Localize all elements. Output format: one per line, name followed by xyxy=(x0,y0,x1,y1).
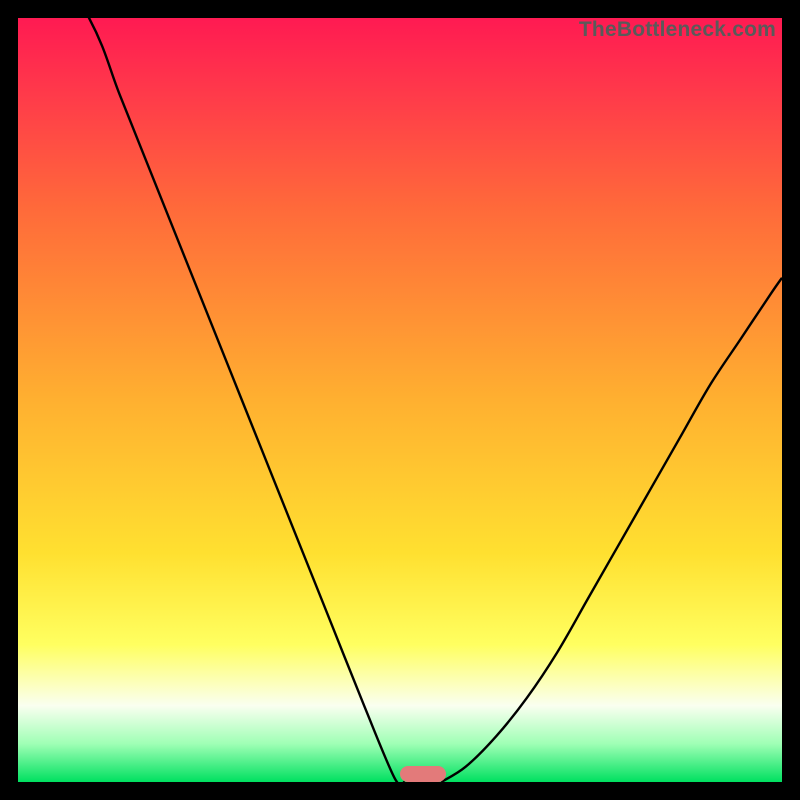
bottleneck-curve-left xyxy=(18,18,405,782)
bottleneck-curve-svg xyxy=(18,18,782,782)
bottleneck-curve-right xyxy=(441,278,782,782)
optimum-marker xyxy=(400,766,446,782)
plot-area: TheBottleneck.com xyxy=(18,18,782,782)
chart-frame: TheBottleneck.com xyxy=(0,0,800,800)
